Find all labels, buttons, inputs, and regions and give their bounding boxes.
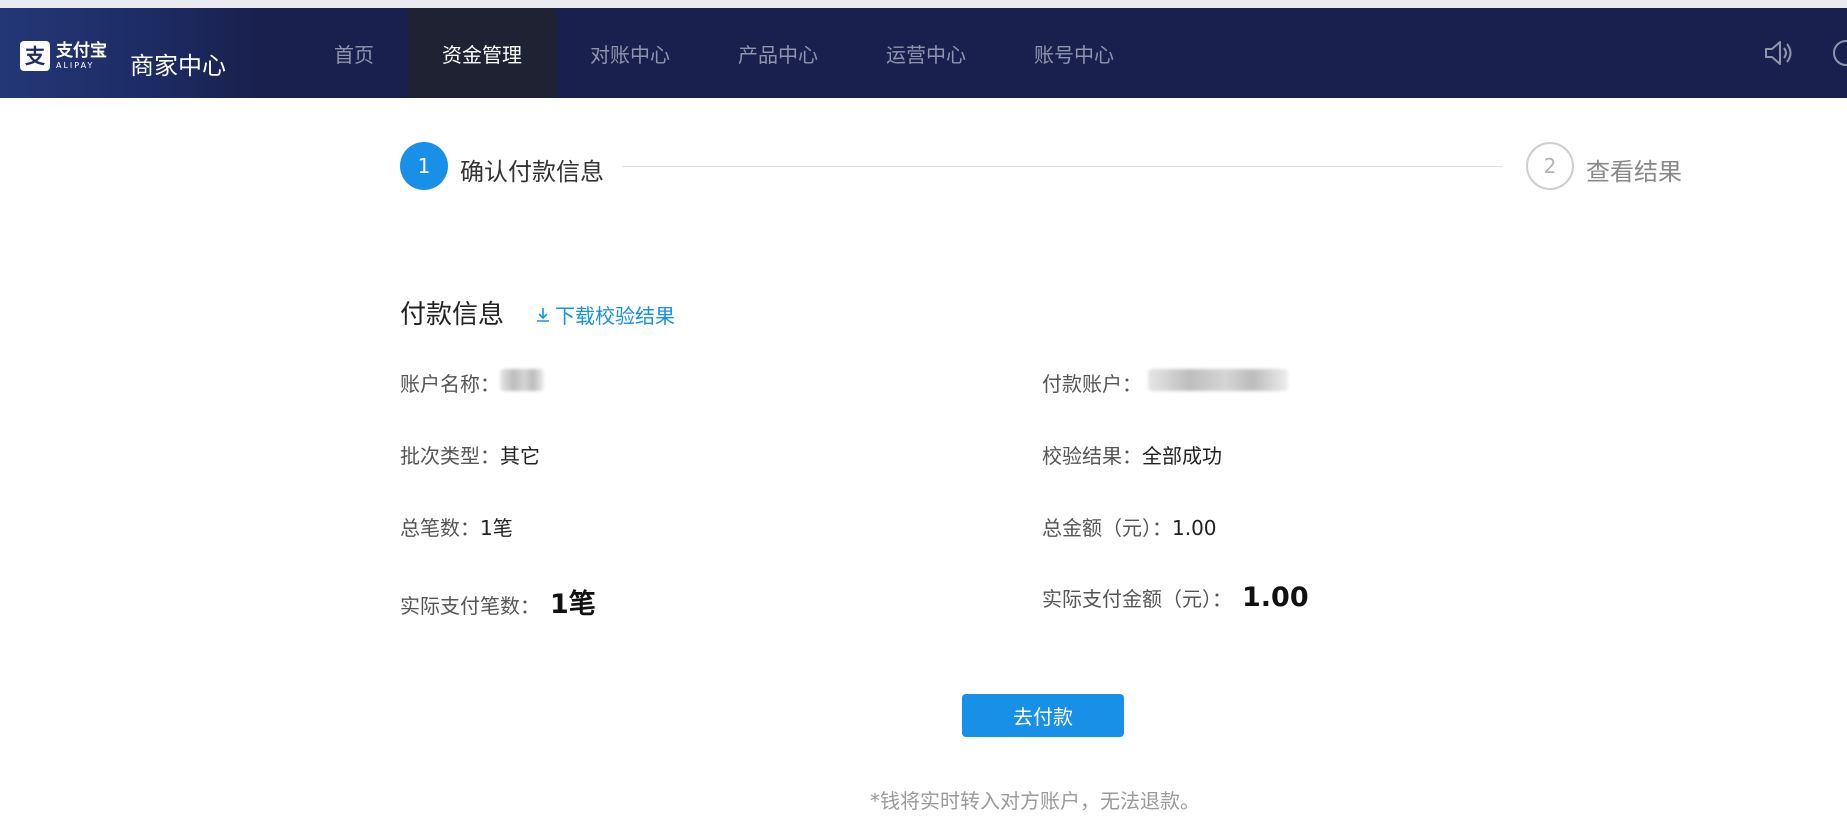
- actual-amount-field: 实际支付金额（元）： 1.00: [1042, 582, 1309, 613]
- total-amount-field: 总金额（元）： 1.00: [1042, 512, 1217, 541]
- browser-top-strip: [0, 0, 1847, 8]
- step-connector-line: [622, 166, 1502, 167]
- logo-cn-text: 支付宝: [56, 40, 107, 61]
- check-result-label: 校验结果：: [1042, 444, 1142, 468]
- check-result-value: 全部成功: [1142, 444, 1222, 468]
- account-name-label: 账户名称：: [400, 372, 500, 396]
- check-result-field: 校验结果： 全部成功: [1042, 440, 1222, 469]
- step2-number: 2: [1526, 142, 1574, 190]
- actual-amount-label: 实际支付金额（元）：: [1042, 587, 1232, 611]
- top-navbar: 支 支付宝 ALIPAY 商家中心 首页 资金管理 对账中心 产品中心 运营中心…: [0, 8, 1847, 98]
- payer-account-redacted: [1148, 369, 1288, 391]
- actual-count-value: 1笔: [550, 589, 596, 620]
- download-check-result-link[interactable]: 下载校验结果: [533, 300, 675, 329]
- alipay-logo-icon: 支: [20, 41, 50, 71]
- progress-steps: 1 确认付款信息 2 查看结果: [400, 142, 1690, 192]
- payer-account-label: 付款账户：: [1042, 372, 1142, 396]
- actual-count-field: 实际支付笔数： 1笔: [400, 582, 596, 621]
- step1-number: 1: [400, 142, 448, 190]
- payer-account-field: 付款账户：: [1042, 368, 1288, 397]
- account-name-field: 账户名称：: [400, 368, 544, 397]
- nav-item-home[interactable]: 首页: [300, 8, 408, 98]
- total-amount-label: 总金额（元）：: [1042, 516, 1172, 540]
- batch-type-field: 批次类型： 其它: [400, 440, 540, 469]
- total-count-label: 总笔数：: [400, 516, 480, 540]
- batch-type-value: 其它: [500, 444, 540, 468]
- step1-label: 确认付款信息: [460, 158, 604, 186]
- merchant-center-title: 商家中心: [130, 52, 226, 80]
- alipay-logo[interactable]: 支 支付宝 ALIPAY: [20, 40, 107, 72]
- actual-count-label: 实际支付笔数：: [400, 594, 540, 618]
- go-pay-button[interactable]: 去付款: [962, 694, 1124, 737]
- nav-item-operations[interactable]: 运营中心: [852, 8, 1000, 98]
- account-name-redacted: [500, 369, 544, 391]
- nav-item-account[interactable]: 账号中心: [1000, 8, 1148, 98]
- total-count-field: 总笔数： 1笔: [400, 512, 513, 541]
- total-count-value: 1笔: [480, 516, 513, 540]
- nav-icons: [1761, 8, 1847, 98]
- alipay-logo-text: 支付宝 ALIPAY: [56, 40, 107, 70]
- speaker-icon[interactable]: [1761, 37, 1793, 69]
- nav-item-products[interactable]: 产品中心: [704, 8, 852, 98]
- nav-item-fund-management[interactable]: 资金管理: [408, 8, 556, 98]
- download-link-label: 下载校验结果: [555, 304, 675, 328]
- actual-amount-value: 1.00: [1242, 582, 1309, 613]
- main-nav: 首页 资金管理 对账中心 产品中心 运营中心 账号中心: [300, 8, 1148, 98]
- refund-notice: *钱将实时转入对方账户，无法退款。: [870, 789, 1200, 813]
- step2-label: 查看结果: [1586, 158, 1682, 186]
- download-icon: [537, 307, 549, 322]
- payment-info-title: 付款信息: [400, 300, 505, 330]
- help-icon[interactable]: [1833, 40, 1847, 66]
- nav-item-reconciliation[interactable]: 对账中心: [556, 8, 704, 98]
- logo-en-text: ALIPAY: [56, 60, 95, 70]
- total-amount-value: 1.00: [1172, 516, 1217, 540]
- batch-type-label: 批次类型：: [400, 444, 500, 468]
